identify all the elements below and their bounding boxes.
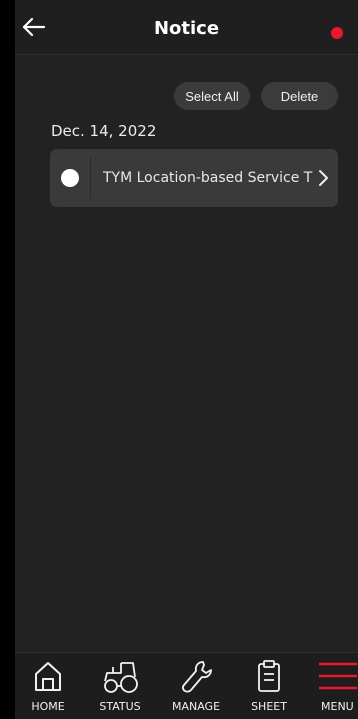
nav-menu[interactable]: MENU [309,653,358,719]
bottom-navigation: HOME STATUS MANAGE SHEET MENU [15,652,358,719]
home-icon [35,662,61,691]
nav-manage-label: MANAGE [171,700,221,713]
nav-home-label: HOME [31,700,65,713]
notice-date-header: Dec. 14, 2022 [51,122,157,140]
nav-home[interactable]: HOME [15,653,81,719]
clipboard-icon [258,660,280,692]
select-all-button[interactable]: Select All [174,82,250,110]
status-indicator-dot [331,27,343,39]
menu-icon [319,662,357,690]
delete-button[interactable]: Delete [261,82,338,110]
select-radio[interactable] [61,169,79,187]
nav-status-label: STATUS [99,700,141,713]
nav-sheet[interactable]: SHEET [239,653,299,719]
notice-title: TYM Location-based Service T [103,170,313,186]
page-title: Notice [153,18,220,39]
header-bar: Notice [15,0,358,55]
nav-status[interactable]: STATUS [85,653,155,719]
wrench-icon [182,661,212,693]
row-divider [90,157,91,199]
app-screen: Notice Select All Delete Dec. 14, 2022 T… [15,0,358,719]
tractor-icon [104,662,138,693]
nav-sheet-label: SHEET [251,700,287,713]
notice-list-item[interactable]: TYM Location-based Service T [50,149,338,207]
nav-menu-label: MENU [321,700,354,713]
chevron-right-icon [319,170,328,186]
nav-manage[interactable]: MANAGE [159,653,233,719]
